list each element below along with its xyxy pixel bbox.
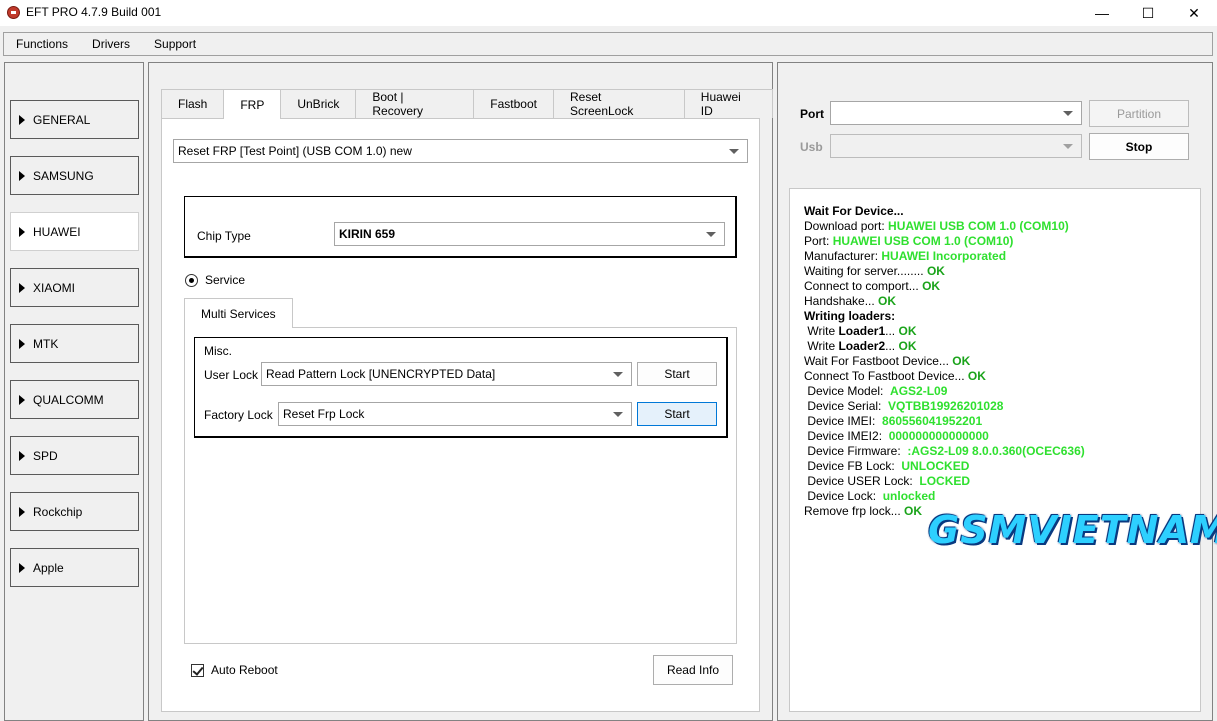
caret-right-icon (19, 562, 25, 573)
sidebar-item-apple[interactable]: Apple (10, 548, 139, 587)
brand-sidebar: GENERAL SAMSUNG HUAWEI XIAOMI MTK QUALCO… (4, 62, 144, 721)
log-line: Wait For Fastboot Device... OK (804, 354, 971, 368)
factory-lock-label: Factory Lock (204, 408, 273, 422)
log-line: Write Loader2... OK (804, 339, 917, 353)
title-bar: EFT PRO 4.7.9 Build 001 — ☐ ✕ (0, 0, 1217, 26)
log-line: Device USER Lock: LOCKED (804, 474, 971, 488)
chip-type-label: Chip Type (197, 229, 251, 243)
caret-right-icon (19, 114, 25, 125)
chevron-down-icon (613, 372, 623, 377)
caret-right-icon (19, 170, 25, 181)
log-line: Wait For Device... (804, 204, 904, 218)
watermark-logo: GSMVIETNAM (928, 508, 1217, 552)
frp-tab-page: Reset FRP [Test Point] (USB COM 1.0) new… (161, 118, 760, 712)
misc-label: Misc. (204, 344, 232, 358)
log-line: Device IMEI: 860556041952201 (804, 414, 983, 428)
function-panel: Flash FRP UnBrick Boot | Recovery Fastbo… (148, 62, 773, 721)
user-lock-start-button[interactable]: Start (637, 362, 717, 386)
maximize-button[interactable]: ☐ (1125, 0, 1171, 26)
tab-fastboot[interactable]: Fastboot (473, 89, 554, 118)
multi-services-page: Misc. User Lock Read Pattern Lock [UNENC… (184, 327, 737, 644)
app-icon (7, 6, 20, 19)
user-lock-select[interactable]: Read Pattern Lock [UNENCRYPTED Data] (261, 362, 632, 386)
caret-right-icon (19, 226, 25, 237)
menu-drivers[interactable]: Drivers (80, 33, 142, 55)
chevron-down-icon (706, 232, 716, 237)
tab-boot-recovery[interactable]: Boot | Recovery (355, 89, 475, 118)
tab-multi-services[interactable]: Multi Services (184, 298, 293, 328)
menu-bar: Functions Drivers Support (3, 32, 1213, 56)
tab-flash[interactable]: Flash (161, 89, 225, 118)
auto-reboot-checkbox[interactable] (191, 664, 204, 677)
log-line: Device Firmware: :AGS2-L09 8.0.0.360(OCE… (804, 444, 1085, 458)
log-line: Write Loader1... OK (804, 324, 917, 338)
caret-right-icon (19, 394, 25, 405)
chevron-down-icon (729, 149, 739, 154)
menu-support[interactable]: Support (142, 33, 208, 55)
chevron-down-icon (1063, 144, 1073, 149)
usb-select[interactable] (830, 134, 1082, 158)
stop-button[interactable]: Stop (1089, 133, 1189, 160)
connection-log-panel: Port Partition Usb Stop Wait For Device.… (777, 62, 1217, 721)
misc-group: Misc. User Lock Read Pattern Lock [UNENC… (194, 337, 728, 438)
tab-unbrick[interactable]: UnBrick (280, 89, 357, 118)
sidebar-item-mtk[interactable]: MTK (10, 324, 139, 363)
partition-button[interactable]: Partition (1089, 100, 1189, 127)
log-output: Wait For Device... Download port: HUAWEI… (789, 188, 1201, 712)
user-lock-label: User Lock (204, 368, 259, 382)
sidebar-item-samsung[interactable]: SAMSUNG (10, 156, 139, 195)
tab-frp[interactable]: FRP (223, 89, 282, 119)
frp-mode-select[interactable]: Reset FRP [Test Point] (USB COM 1.0) new (173, 139, 748, 163)
window-title: EFT PRO 4.7.9 Build 001 (26, 5, 162, 19)
log-line: Device FB Lock: UNLOCKED (804, 459, 970, 473)
sidebar-item-qualcomm[interactable]: QUALCOMM (10, 380, 139, 419)
close-button[interactable]: ✕ (1171, 0, 1217, 26)
caret-right-icon (19, 506, 25, 517)
log-line: Port: HUAWEI USB COM 1.0 (COM10) (804, 234, 1014, 248)
log-line: Writing loaders: (804, 309, 896, 323)
caret-right-icon (19, 338, 25, 349)
log-line: Connect to comport... OK (804, 279, 941, 293)
read-info-button[interactable]: Read Info (653, 655, 733, 685)
service-radio[interactable] (185, 274, 198, 287)
sidebar-item-spd[interactable]: SPD (10, 436, 139, 475)
chevron-down-icon (613, 412, 623, 417)
log-line: Download port: HUAWEI USB COM 1.0 (COM10… (804, 219, 1069, 233)
service-label: Service (205, 273, 246, 287)
log-line: Device IMEI2: 000000000000000 (804, 429, 989, 443)
function-tabs: Flash FRP UnBrick Boot | Recovery Fastbo… (161, 89, 773, 119)
port-label: Port (800, 107, 824, 121)
log-line: Device Serial: VQTBB19926201028 (804, 399, 1004, 413)
sidebar-item-rockchip[interactable]: Rockchip (10, 492, 139, 531)
chevron-down-icon (1063, 111, 1073, 116)
log-line: Waiting for server........ OK (804, 264, 945, 278)
sidebar-item-general[interactable]: GENERAL (10, 100, 139, 139)
log-line: Device Lock: unlocked (804, 489, 936, 503)
port-select[interactable] (830, 101, 1082, 125)
factory-lock-start-button[interactable]: Start (637, 402, 717, 426)
menu-functions[interactable]: Functions (4, 33, 80, 55)
log-line: Connect To Fastboot Device... OK (804, 369, 986, 383)
sidebar-item-xiaomi[interactable]: XIAOMI (10, 268, 139, 307)
auto-reboot-label: Auto Reboot (211, 663, 278, 677)
caret-right-icon (19, 450, 25, 461)
caret-right-icon (19, 282, 25, 293)
tab-huawei-id[interactable]: Huawei ID (683, 89, 773, 118)
minimize-button[interactable]: — (1079, 0, 1125, 26)
log-line: Device Model: AGS2-L09 (804, 384, 948, 398)
chip-type-select[interactable]: KIRIN 659 (334, 222, 725, 246)
tab-reset-screenlock[interactable]: Reset ScreenLock (552, 89, 685, 118)
factory-lock-select[interactable]: Reset Frp Lock (278, 402, 632, 426)
usb-label: Usb (800, 140, 823, 154)
chip-type-group: Chip Type KIRIN 659 (184, 196, 737, 258)
log-line: Manufacturer: HUAWEI Incorporated (804, 249, 1007, 263)
log-line: Handshake... OK (804, 294, 897, 308)
sidebar-item-huawei[interactable]: HUAWEI (10, 212, 139, 251)
